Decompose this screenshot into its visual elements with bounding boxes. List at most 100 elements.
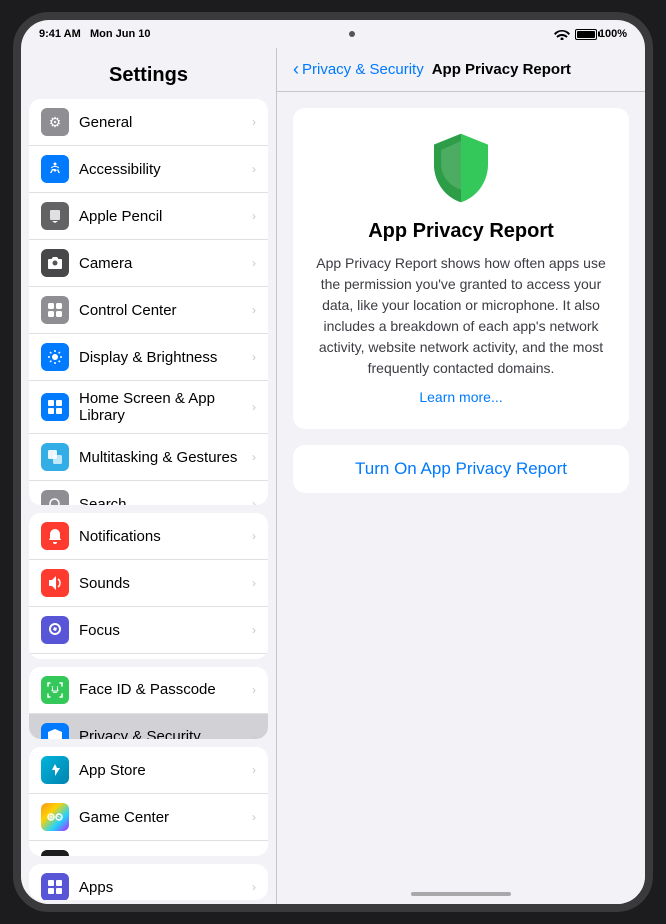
chevron-icon: › [252,162,256,176]
privacy-report-card: App Privacy Report App Privacy Report sh… [293,108,629,429]
focus-label: Focus [79,622,252,639]
general-icon: ⚙ [41,108,69,136]
display-icon [41,343,69,371]
notifications-icon [41,522,69,550]
faceid-icon [41,676,69,704]
card-title: App Privacy Report [313,220,609,243]
battery-body [575,29,597,40]
search-label: Search [79,496,252,506]
chevron-icon: › [252,256,256,270]
control-center-icon [41,296,69,324]
panel-content: App Privacy Report App Privacy Report sh… [277,92,645,884]
nav-back-label: Privacy & Security [302,61,424,78]
chevron-icon: › [252,683,256,697]
settings-group-2: Notifications › Sounds › [29,513,268,659]
home-screen-label: Home Screen & App Library [79,390,252,424]
accessibility-label: Accessibility [79,161,252,178]
sidebar-item-search[interactable]: Search › [29,481,268,505]
chevron-icon: › [252,400,256,414]
settings-group-4: App Store › Game Center [29,747,268,856]
turn-on-label: Turn On App Privacy Report [355,459,567,478]
card-description: App Privacy Report shows how often apps … [313,253,609,379]
sidebar-item-wallet[interactable]: Wallet & Apple Pay › [29,841,268,856]
ipad-frame: 9:41 AM Mon Jun 10 100% Setting [13,12,653,912]
home-bar [411,892,511,896]
settings-group-5: Apps › [29,864,268,900]
general-label: General [79,114,252,131]
chevron-icon: › [252,115,256,129]
sidebar-item-camera[interactable]: Camera › [29,240,268,287]
sidebar: Settings ⚙ General › [21,48,277,904]
accessibility-icon [41,155,69,183]
chevron-icon: › [252,350,256,364]
privacy-label: Privacy & Security [79,728,252,739]
chevron-icon: › [252,880,256,894]
appstore-label: App Store [79,762,252,779]
chevron-icon: › [252,209,256,223]
home-indicator [277,884,645,904]
battery: 100% [575,28,627,40]
chevron-icon: › [252,497,256,505]
settings-group-3: Face ID & Passcode › Privacy & Security … [29,667,268,739]
status-time: 9:41 AM Mon Jun 10 [39,28,150,40]
status-right: 100% [554,28,627,40]
chevron-icon: › [252,763,256,777]
search-icon [41,490,69,505]
settings-group-1: ⚙ General › Accessibility › [29,99,268,505]
sidebar-item-privacy[interactable]: Privacy & Security › [29,714,268,739]
sidebar-item-focus[interactable]: Focus › [29,607,268,654]
gamecenter-icon [41,803,69,831]
wallet-icon [41,850,69,856]
sidebar-item-apps[interactable]: Apps › [29,864,268,900]
chevron-icon: › [252,450,256,464]
turn-on-button-container[interactable]: Turn On App Privacy Report [293,445,629,493]
chevron-icon: › [252,303,256,317]
battery-fill [577,31,595,38]
camera-icon [41,249,69,277]
apple-pencil-icon [41,202,69,230]
chevron-icon: › [252,730,256,739]
sidebar-item-control-center[interactable]: Control Center › [29,287,268,334]
appstore-icon [41,756,69,784]
chevron-icon: › [252,529,256,543]
gamecenter-label: Game Center [79,809,252,826]
sidebar-item-display[interactable]: Display & Brightness › [29,334,268,381]
wifi-icon [554,28,570,40]
back-chevron-icon: ‹ [293,59,299,80]
privacy-icon [41,723,69,739]
focus-icon [41,616,69,644]
display-label: Display & Brightness [79,349,252,366]
learn-more-link[interactable]: Learn more... [313,389,609,405]
status-bar: 9:41 AM Mon Jun 10 100% [21,20,645,48]
chevron-icon: › [252,810,256,824]
multitasking-icon [41,443,69,471]
chevron-icon: › [252,623,256,637]
date: Mon Jun 10 [90,28,151,40]
sidebar-item-screen-time[interactable]: Screen Time › [29,654,268,659]
apps-label: Apps [79,879,252,896]
faceid-label: Face ID & Passcode [79,681,252,698]
sidebar-header: Settings [21,48,276,95]
sidebar-item-general[interactable]: ⚙ General › [29,99,268,146]
notifications-label: Notifications [79,528,252,545]
sounds-icon [41,569,69,597]
sidebar-item-sounds[interactable]: Sounds › [29,560,268,607]
sounds-label: Sounds [79,575,252,592]
sidebar-item-notifications[interactable]: Notifications › [29,513,268,560]
nav-title: App Privacy Report [432,61,571,78]
sidebar-item-home-screen[interactable]: Home Screen & App Library › [29,381,268,434]
nav-back-button[interactable]: ‹ Privacy & Security [293,59,424,80]
main-content: Settings ⚙ General › [21,48,645,904]
sidebar-item-accessibility[interactable]: Accessibility › [29,146,268,193]
home-screen-icon [41,393,69,421]
sidebar-item-gamecenter[interactable]: Game Center › [29,794,268,841]
sidebar-item-faceid[interactable]: Face ID & Passcode › [29,667,268,714]
chevron-icon: › [252,576,256,590]
sidebar-item-appstore[interactable]: App Store › [29,747,268,794]
shield-icon [425,132,497,204]
multitasking-label: Multitasking & Gestures [79,449,252,466]
time: 9:41 AM [39,28,81,40]
sidebar-item-multitasking[interactable]: Multitasking & Gestures › [29,434,268,481]
control-center-label: Control Center [79,302,252,319]
sidebar-item-apple-pencil[interactable]: Apple Pencil › [29,193,268,240]
